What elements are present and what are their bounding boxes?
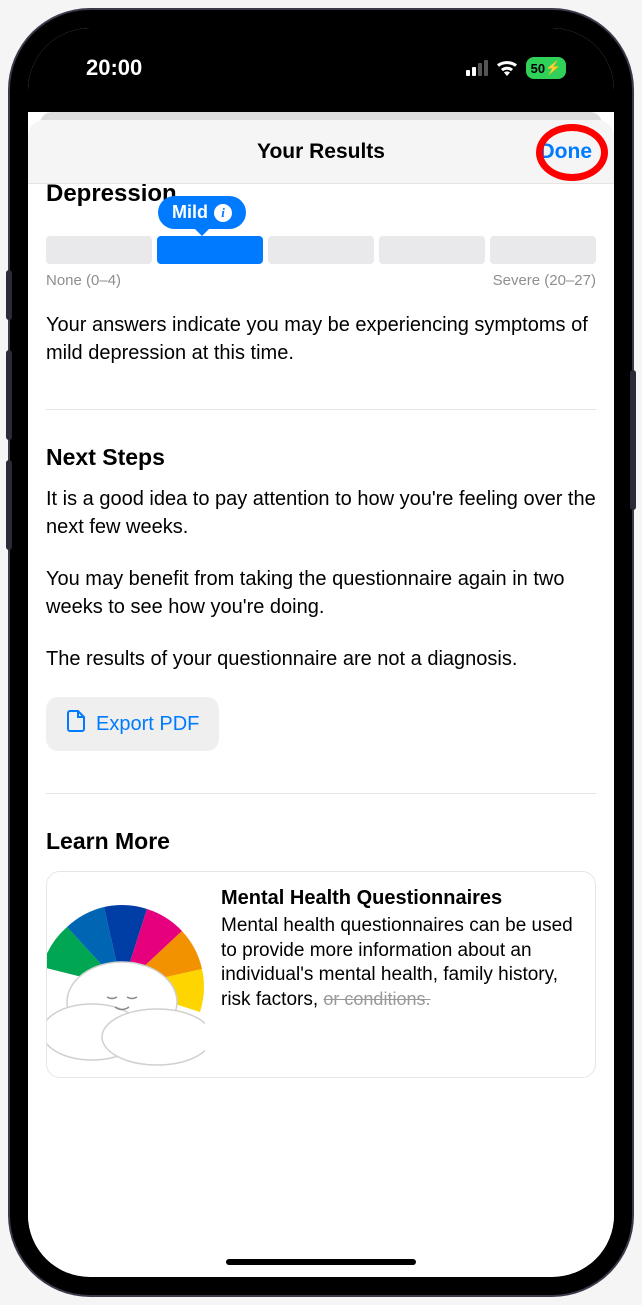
severity-segment-1 bbox=[46, 236, 152, 264]
wifi-icon bbox=[496, 60, 518, 76]
learn-card-image bbox=[47, 872, 205, 1077]
divider bbox=[46, 793, 596, 794]
severity-labels: None (0–4) Severe (20–27) bbox=[46, 272, 596, 289]
divider bbox=[46, 409, 596, 410]
phone-volume-up bbox=[6, 350, 12, 440]
home-indicator[interactable] bbox=[226, 1259, 416, 1265]
phone-frame: 20:00 50⚡ Your Results Done Depression bbox=[10, 10, 632, 1295]
next-steps-para-1: It is a good idea to pay attention to ho… bbox=[46, 485, 596, 541]
document-icon bbox=[66, 709, 86, 739]
next-steps-para-2: You may benefit from taking the question… bbox=[46, 565, 596, 621]
export-pdf-button[interactable]: Export PDF bbox=[46, 697, 219, 751]
severity-scale: Mild i None (0–4) Severe (20–27) bbox=[46, 236, 596, 289]
severity-min-label: None (0–4) bbox=[46, 272, 121, 289]
done-button[interactable]: Done bbox=[540, 140, 593, 164]
severity-badge[interactable]: Mild i bbox=[158, 196, 246, 229]
severity-max-label: Severe (20–27) bbox=[493, 272, 596, 289]
severity-segment-3 bbox=[268, 236, 374, 264]
status-icons: 50⚡ bbox=[466, 57, 566, 79]
severity-badge-label: Mild bbox=[172, 202, 208, 223]
next-steps-para-3: The results of your questionnaire are no… bbox=[46, 645, 596, 673]
learn-card-title: Mental Health Questionnaires bbox=[221, 886, 579, 910]
phone-power-button bbox=[630, 370, 636, 510]
learn-card-cutoff: or conditions. bbox=[323, 989, 430, 1009]
learn-more-card[interactable]: Mental Health Questionnaires Mental heal… bbox=[46, 871, 596, 1078]
export-pdf-label: Export PDF bbox=[96, 713, 199, 736]
cellular-signal-icon bbox=[466, 60, 488, 76]
modal-header: Your Results Done bbox=[28, 120, 614, 184]
status-time: 20:00 bbox=[86, 55, 142, 81]
modal-title: Your Results bbox=[257, 140, 385, 164]
phone-volume-down bbox=[6, 460, 12, 550]
dynamic-island bbox=[236, 46, 406, 92]
next-steps-heading: Next Steps bbox=[46, 444, 596, 471]
phone-silent-switch bbox=[6, 270, 12, 320]
severity-bar bbox=[46, 236, 596, 264]
info-icon[interactable]: i bbox=[214, 204, 232, 222]
severity-segment-5 bbox=[490, 236, 596, 264]
battery-indicator: 50⚡ bbox=[526, 57, 566, 79]
severity-segment-2 bbox=[157, 236, 263, 264]
phone-screen: 20:00 50⚡ Your Results Done Depression bbox=[28, 28, 614, 1277]
result-summary: Your answers indicate you may be experie… bbox=[46, 311, 596, 367]
learn-card-text: Mental Health Questionnaires Mental heal… bbox=[205, 872, 595, 1077]
learn-card-description: Mental health questionnaires can be used… bbox=[221, 914, 579, 1013]
content-scroll[interactable]: Depression Mild i None (0–4) Severe (20–… bbox=[28, 184, 614, 1273]
severity-segment-4 bbox=[379, 236, 485, 264]
learn-more-heading: Learn More bbox=[46, 828, 596, 855]
depression-heading: Depression bbox=[46, 184, 596, 208]
